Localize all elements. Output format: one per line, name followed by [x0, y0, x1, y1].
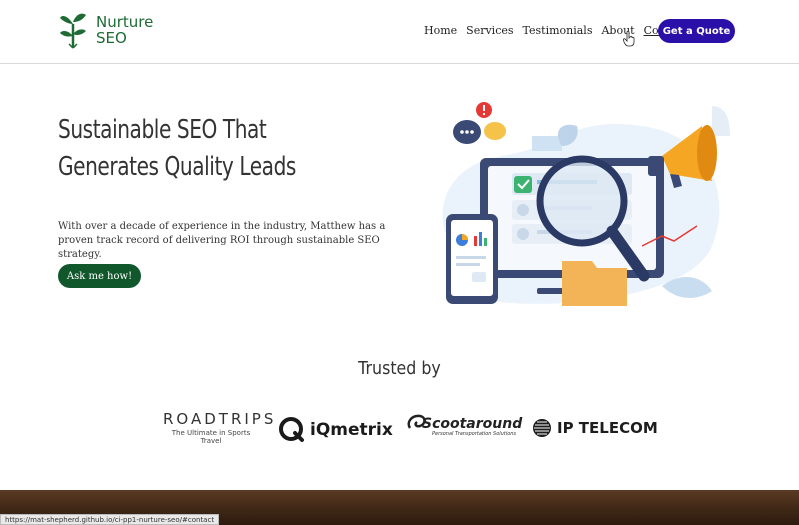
- nav-testimonials[interactable]: Testimonials: [523, 24, 593, 37]
- iqmetrix-q-icon: [279, 417, 304, 442]
- roadtrips-tagline: The Ultimate in Sports Travel: [171, 429, 251, 445]
- logo-wordmark: Nurture SEO: [96, 14, 153, 46]
- hero-description: With over a decade of experience in the …: [58, 221, 386, 260]
- scootaround-swirl-icon: [407, 414, 426, 429]
- sprout-icon: [60, 13, 86, 49]
- hero-title-line-1: Sustainable SEO That: [58, 115, 267, 145]
- scootaround-logo: Scootaround Personal Transportation Solu…: [406, 414, 523, 437]
- scootaround-wordmark: Scootaround: [422, 416, 523, 432]
- scootaround-tagline: Personal Transportation Solutions: [432, 431, 517, 437]
- iqmetrix-wordmark: iQmetrix: [310, 420, 393, 440]
- ip-telecom-globe-icon: [533, 419, 551, 437]
- nav-services[interactable]: Services: [466, 24, 513, 37]
- ip-telecom-wordmark: IP TELECOM: [557, 419, 658, 437]
- main-nav: Home Services Testimonials About Contact: [424, 24, 687, 37]
- nav-home[interactable]: Home: [424, 24, 457, 37]
- get-a-quote-button[interactable]: Get a Quote: [658, 19, 735, 43]
- hero-title-line-2: Generates Quality Leads: [58, 152, 296, 182]
- logo-line-1: Nurture: [96, 13, 154, 31]
- ask-me-how-button[interactable]: Ask me how!: [58, 264, 141, 288]
- site-header: Nurture SEO Home Services Testimonials A…: [0, 0, 799, 64]
- client-logos: ROADTRIPS The Ultimate in Sports Travel …: [0, 408, 799, 448]
- roadtrips-wordmark: ROADTRIPS: [163, 410, 277, 428]
- roadtrips-logo: ROADTRIPS The Ultimate in Sports Travel: [163, 410, 277, 445]
- logo-line-2: SEO: [96, 29, 127, 47]
- seo-analytics-illustration: [442, 102, 730, 306]
- hand-cursor-icon: [623, 31, 635, 47]
- site-logo[interactable]: Nurture SEO: [58, 10, 153, 50]
- ip-telecom-logo: IP TELECOM: [532, 418, 658, 438]
- status-bar-url: https://mat-shepherd.github.io/ci-pp1-nu…: [0, 514, 220, 525]
- hero-title: Sustainable SEO That Generates Quality L…: [58, 112, 333, 186]
- iqmetrix-logo: iQmetrix: [278, 416, 393, 444]
- trusted-by-heading: Trusted by: [358, 358, 441, 379]
